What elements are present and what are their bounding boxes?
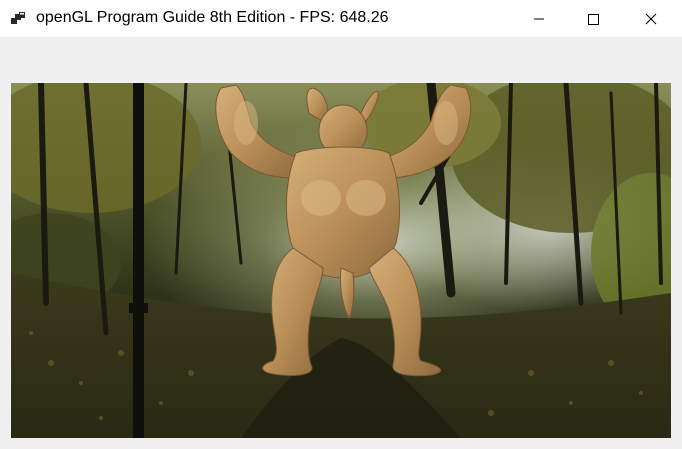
maximize-icon: [587, 13, 599, 25]
rendered-scene: [11, 83, 671, 438]
minimize-icon: [533, 13, 545, 25]
close-button[interactable]: [628, 0, 674, 37]
close-icon: [645, 13, 657, 25]
lamp-post: [133, 83, 144, 438]
app-window-icon[interactable]: [10, 11, 26, 27]
title-bar[interactable]: openGL Program Guide 8th Edition - FPS: …: [0, 0, 682, 37]
maximize-button[interactable]: [570, 0, 616, 37]
opengl-render-viewport[interactable]: [11, 83, 671, 438]
window-title: openGL Program Guide 8th Edition - FPS: …: [36, 9, 389, 26]
minimize-button[interactable]: [516, 0, 562, 37]
app-window: openGL Program Guide 8th Edition - FPS: …: [0, 0, 682, 449]
